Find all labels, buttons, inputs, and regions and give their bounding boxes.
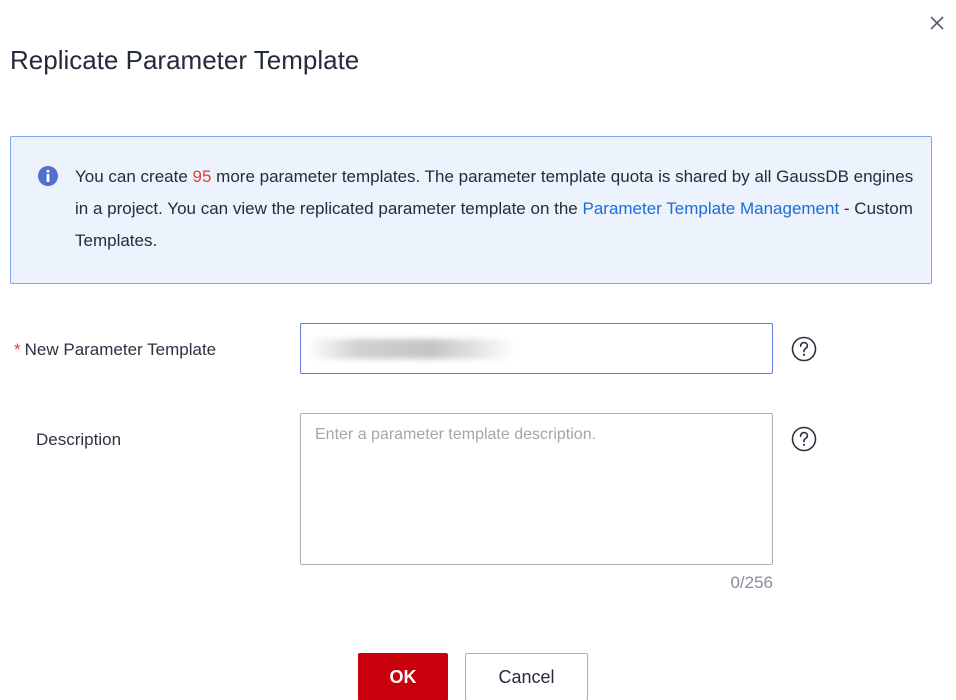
template-name-label-text: New Parameter Template (24, 340, 217, 359)
dialog-title: Replicate Parameter Template (10, 45, 360, 75)
question-circle-icon[interactable] (790, 425, 818, 453)
notice-text: You can create 95 more parameter templat… (75, 161, 915, 257)
question-circle-icon[interactable] (790, 335, 818, 363)
quota-count: 95 (192, 167, 212, 186)
notice-text-start: You can create (75, 167, 193, 186)
close-icon[interactable] (926, 12, 948, 34)
replicate-template-dialog: Replicate Parameter Template You can cre… (0, 0, 956, 700)
cancel-button[interactable]: Cancel (465, 653, 588, 700)
description-label: Description (36, 430, 122, 449)
info-icon (38, 166, 58, 186)
required-mark: * (14, 340, 21, 359)
character-counter: 0/256 (730, 573, 773, 592)
description-textarea[interactable] (300, 413, 773, 565)
template-name-label: * New Parameter Template (14, 338, 216, 362)
parameter-template-management-link[interactable]: Parameter Template Management (582, 199, 839, 218)
template-name-input[interactable] (300, 323, 773, 374)
ok-button[interactable]: OK (358, 653, 448, 700)
quota-notice: You can create 95 more parameter templat… (10, 136, 932, 284)
